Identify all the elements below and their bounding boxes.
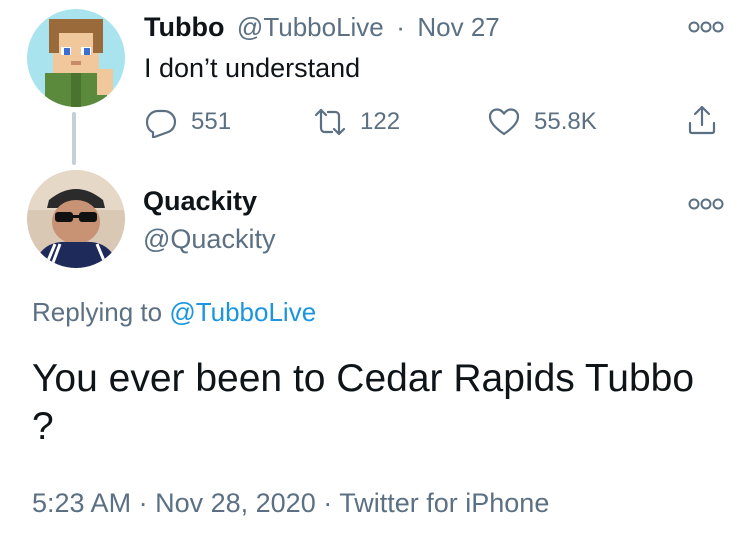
reply-display-name[interactable]: Quackity	[143, 186, 257, 217]
parent-display-name[interactable]: Tubbo	[144, 12, 224, 43]
replying-handle-link[interactable]: @TubboLive	[169, 297, 316, 327]
tubbo-avatar[interactable]	[27, 9, 125, 107]
meta-separator-1: ·	[138, 488, 148, 518]
reply-tweet-text: You ever been to Cedar Rapids Tubbo ?	[32, 357, 695, 448]
like-icon	[488, 108, 520, 136]
tweet-time[interactable]: 5:23 AM	[32, 488, 131, 518]
parent-separator: ·	[396, 12, 405, 42]
retweet-icon	[314, 108, 346, 136]
meta-separator-2: ·	[323, 488, 333, 518]
tweet-source[interactable]: Twitter for iPhone	[339, 488, 549, 518]
like-button[interactable]: 55.8K	[488, 106, 597, 138]
tweet-date[interactable]: Nov 28, 2020	[155, 488, 316, 518]
parent-handle[interactable]: @TubboLive	[237, 12, 384, 43]
parent-tweet-text: I don’t understand	[144, 53, 361, 83]
replying-prefix: Replying to	[32, 297, 163, 327]
reply-handle[interactable]: @Quackity	[143, 224, 275, 255]
retweet-count: 122	[360, 108, 401, 135]
reply-icon	[145, 109, 177, 138]
reply-count: 551	[191, 108, 232, 135]
replying-to: Replying to @TubboLive	[32, 297, 316, 328]
quackity-avatar[interactable]	[27, 170, 125, 268]
thread-line	[72, 112, 76, 165]
share-button[interactable]	[686, 104, 718, 136]
more-icon[interactable]	[688, 20, 724, 34]
reply-button[interactable]: 551	[145, 106, 231, 138]
reply-more-icon[interactable]	[688, 197, 724, 211]
tweet-meta: 5:23 AM · Nov 28, 2020 · Twitter for iPh…	[32, 488, 549, 519]
like-count: 55.8K	[534, 108, 597, 135]
share-icon	[688, 105, 716, 135]
parent-date[interactable]: Nov 27	[417, 12, 499, 43]
retweet-button[interactable]: 122	[314, 106, 400, 138]
